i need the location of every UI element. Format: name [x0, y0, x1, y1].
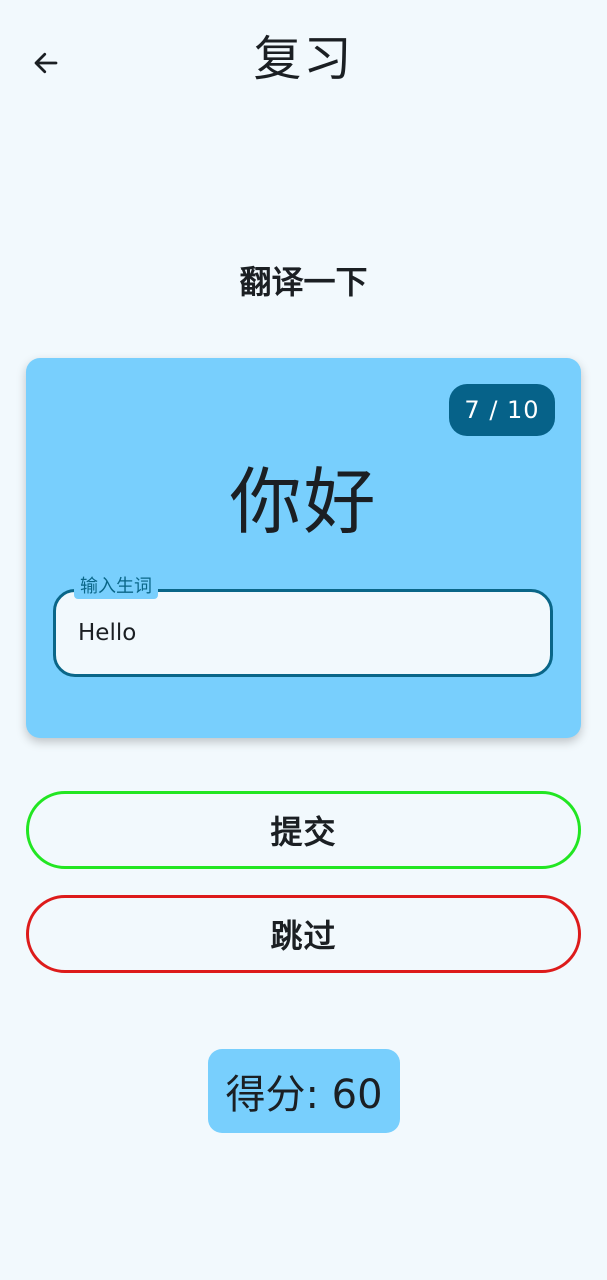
word-card: 7 / 10 你好 输入生词: [26, 358, 581, 738]
app-bar: 复习: [0, 0, 607, 124]
score-badge: 得分: 60: [208, 1049, 400, 1133]
skip-button[interactable]: 跳过: [26, 895, 581, 973]
prompt-heading: 翻译一下: [239, 263, 368, 301]
submit-button[interactable]: 提交: [26, 791, 581, 869]
word-display: 你好: [229, 460, 378, 544]
answer-input[interactable]: [78, 612, 518, 654]
progress-badge: 7 / 10: [449, 384, 555, 436]
answer-field[interactable]: 输入生词: [53, 575, 553, 677]
page-title: 复习: [253, 31, 354, 87]
answer-field-label: 输入生词: [74, 575, 158, 599]
